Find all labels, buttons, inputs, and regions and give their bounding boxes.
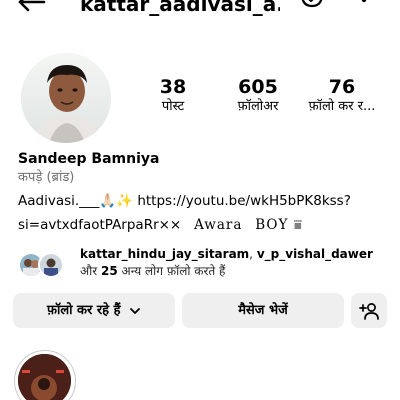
followed-by-count: 25 [101, 264, 118, 278]
threads-button[interactable] [298, 0, 326, 18]
profile-display-name: Sandeep Bamniya [18, 151, 160, 167]
bio-link-continuation[interactable]: si=avtxdfaotPArpaRr×× [18, 217, 181, 233]
following-button[interactable]: फ़ॉलो कर रहे हैं [13, 293, 175, 328]
more-options-button[interactable] [356, 0, 372, 18]
bio-text-line2: si=avtxdfaotPArpaRr×× Awara BOY ⩸ [18, 214, 303, 236]
suggest-people-button[interactable] [351, 293, 387, 328]
follower-avatar-2-image [40, 254, 62, 276]
followed-by-text: kattar_hindu_jay_sitaram, v_p_vishal_daw… [80, 246, 390, 280]
bio-awara-text: Awara [194, 217, 243, 233]
top-bar: kattar_aadivasi_a... [0, 0, 400, 22]
followed-by-suffix: अन्य लोग फ़ॉलो करते हैं [121, 264, 226, 278]
avatar-photo [21, 53, 111, 143]
profile-username: kattar_aadivasi_a... [80, 0, 280, 16]
followed-by-user-1[interactable]: kattar_hindu_jay_sitaram [80, 247, 249, 261]
stat-posts-label: पोस्ट [161, 99, 185, 114]
back-arrow-icon [18, 0, 46, 12]
profile-screen: kattar_aadivasi_a... 38 पोस्ट 605 फ़ॉलोअ… [0, 0, 400, 400]
message-button-label: मैसेज भेजें [238, 303, 288, 318]
bio-text-line1[interactable]: Aadivasi.___🙏🏻✨ https://youtu.be/wkH5bPK… [18, 191, 351, 211]
threads-icon [301, 0, 323, 8]
followed-by-separator: , [249, 247, 253, 261]
stat-posts[interactable]: 38 पोस्ट [128, 76, 218, 116]
back-button[interactable] [14, 0, 48, 18]
followed-by-user-2[interactable]: v_p_vishal_dawer [257, 247, 373, 261]
following-button-label: फ़ॉलो कर रहे हैं [46, 303, 121, 318]
followed-by-and: और [80, 264, 98, 278]
bio-boy-text: BOY ⩸ [255, 217, 303, 233]
more-vertical-icon [361, 0, 367, 3]
follower-avatar-2 [38, 252, 64, 278]
profile-avatar[interactable] [21, 53, 111, 143]
message-button[interactable]: मैसेज भेजें [182, 293, 344, 328]
story-highlight-image [18, 354, 71, 400]
stat-followers-count: 605 [238, 76, 278, 98]
stat-followers-label: फ़ॉलोअर [237, 99, 279, 114]
stat-following-label: फ़ॉलो कर र... [308, 99, 376, 114]
story-highlight[interactable] [14, 350, 76, 400]
chevron-down-icon [130, 307, 140, 314]
followed-by-row[interactable]: kattar_hindu_jay_sitaram, v_p_vishal_daw… [18, 246, 388, 280]
stat-following-count: 76 [328, 76, 356, 98]
stat-posts-count: 38 [159, 76, 187, 98]
story-highlight-thumbnail [18, 354, 71, 400]
profile-category: कपड़े (ब्रांड) [18, 170, 75, 185]
add-person-icon [359, 302, 379, 320]
stat-following[interactable]: 76 फ़ॉलो कर र... [297, 76, 387, 116]
stat-followers[interactable]: 605 फ़ॉलोअर [213, 76, 303, 116]
